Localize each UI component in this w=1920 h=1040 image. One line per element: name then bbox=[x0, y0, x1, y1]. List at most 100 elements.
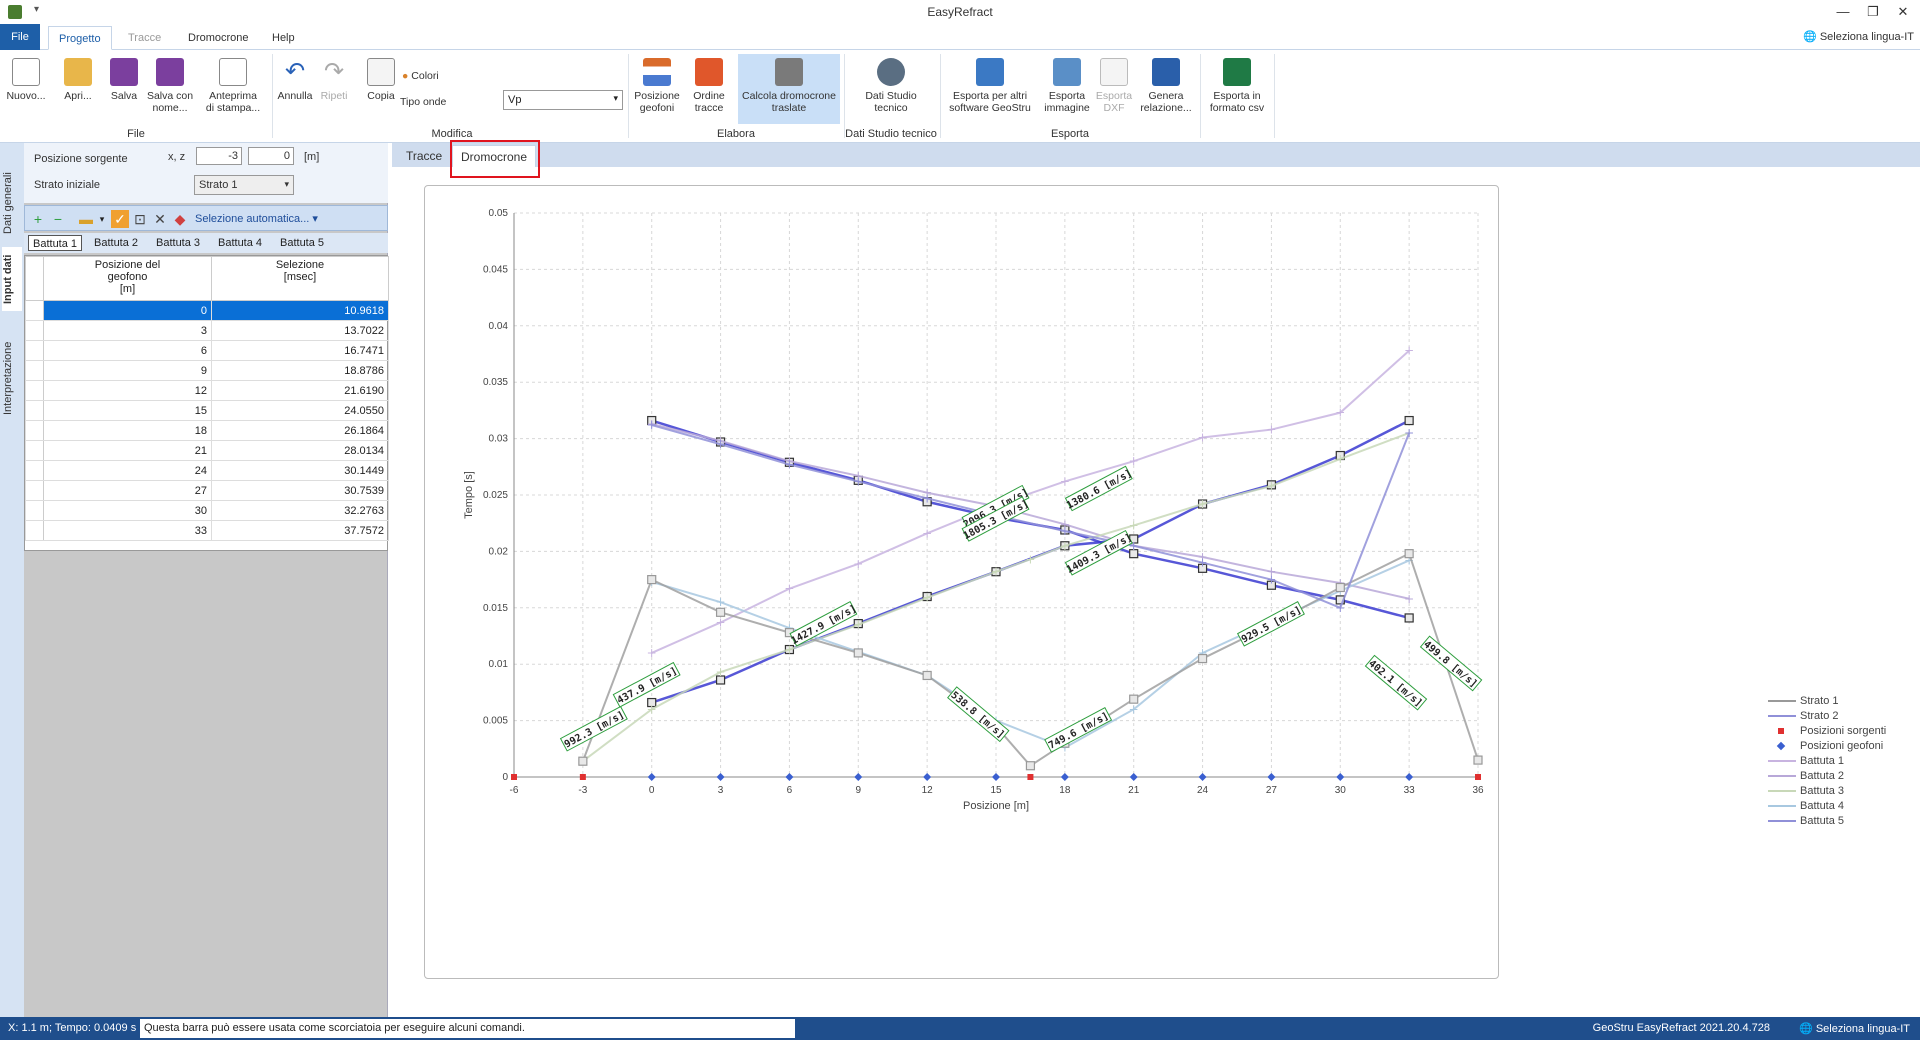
data-point[interactable]: + bbox=[716, 665, 726, 679]
cell-posizione[interactable]: 3 bbox=[43, 320, 212, 341]
colori-button[interactable]: ● Colori bbox=[402, 70, 462, 82]
esporta-csv-button[interactable]: Esporta in formato csv bbox=[1204, 58, 1270, 114]
cell-selezione[interactable]: 21.6190 bbox=[211, 380, 389, 401]
geophone-marker[interactable] bbox=[992, 773, 1000, 781]
tab-progetto[interactable]: Progetto bbox=[48, 26, 112, 50]
tab-battuta-4[interactable]: Battuta 4 bbox=[214, 235, 266, 251]
data-point[interactable]: + bbox=[716, 595, 726, 609]
data-point[interactable] bbox=[922, 670, 932, 681]
source-x-input[interactable]: -3 bbox=[196, 147, 242, 165]
data-point[interactable] bbox=[1404, 613, 1414, 623]
travel-time-chart[interactable]: -6 -3 0 3 6 9 12 15 18 21 24 27 30 33 3600.0050.010.01… bbox=[392, 167, 1920, 1020]
restore-button[interactable]: ❐ bbox=[1858, 2, 1888, 22]
table-row[interactable]: 12 21.6190 bbox=[25, 380, 389, 401]
tipo-onde-select[interactable]: Vp ▾ bbox=[503, 90, 623, 110]
table-row[interactable]: 0 10.9618 bbox=[25, 300, 389, 321]
data-point[interactable]: + bbox=[647, 418, 657, 432]
language-selector[interactable]: 🌐 Seleziona lingua-IT bbox=[1803, 30, 1914, 43]
data-point[interactable]: + bbox=[1060, 524, 1070, 538]
salva-con-nome-button[interactable]: Salva con nome... bbox=[144, 58, 196, 114]
legend-item[interactable]: Battuta 4 bbox=[1768, 798, 1886, 813]
row-header[interactable] bbox=[25, 420, 44, 441]
legend-item[interactable]: Battuta 1 bbox=[1768, 753, 1886, 768]
source-marker[interactable] bbox=[1027, 774, 1034, 780]
esporta-altri-button[interactable]: Esporta per altri software GeoStru bbox=[944, 58, 1036, 114]
tab-interpretazione[interactable]: Interpretazione bbox=[2, 323, 22, 433]
salva-button[interactable]: Salva bbox=[106, 58, 142, 102]
row-header[interactable] bbox=[25, 460, 44, 481]
data-point[interactable] bbox=[1404, 415, 1414, 426]
legend-item[interactable]: Posizioni geofoni bbox=[1768, 738, 1886, 753]
table-row[interactable]: 33 37.7572 bbox=[25, 520, 389, 541]
add-icon[interactable]: + bbox=[29, 210, 47, 228]
copia-button[interactable]: Copia bbox=[364, 58, 398, 102]
data-point[interactable]: + bbox=[1129, 702, 1139, 716]
column-header-selezione[interactable]: Selezione [msec] bbox=[211, 256, 389, 301]
cell-selezione[interactable]: 37.7572 bbox=[211, 520, 389, 541]
geophone-marker[interactable] bbox=[1405, 773, 1414, 781]
esporta-dxf-button[interactable]: Esporta DXF bbox=[1094, 58, 1134, 114]
row-header[interactable] bbox=[25, 360, 44, 381]
check-icon[interactable]: ✓ bbox=[111, 210, 129, 228]
table-row[interactable]: 21 28.0134 bbox=[25, 440, 389, 461]
tab-battuta-5[interactable]: Battuta 5 bbox=[276, 235, 328, 251]
legend-item[interactable]: Battuta 5 bbox=[1768, 813, 1886, 828]
row-header[interactable] bbox=[25, 520, 44, 541]
geophone-marker[interactable] bbox=[785, 773, 794, 781]
data-point[interactable]: + bbox=[922, 491, 932, 505]
menu-file[interactable]: File bbox=[0, 24, 40, 50]
cell-selezione[interactable]: 28.0134 bbox=[211, 440, 389, 461]
tab-battuta-3[interactable]: Battuta 3 bbox=[152, 235, 204, 251]
cell-posizione[interactable]: 15 bbox=[43, 400, 212, 421]
row-header[interactable] bbox=[25, 440, 44, 461]
data-point[interactable]: + bbox=[922, 591, 932, 605]
data-point[interactable]: + bbox=[922, 526, 932, 540]
data-point[interactable]: + bbox=[1060, 539, 1070, 553]
genera-relazione-button[interactable]: Genera relazione... bbox=[1136, 58, 1196, 114]
geophone-marker[interactable] bbox=[1198, 773, 1207, 781]
legend-item[interactable]: Strato 1 bbox=[1768, 693, 1886, 708]
remove-icon[interactable]: − bbox=[49, 210, 67, 228]
cell-selezione[interactable]: 32.2763 bbox=[211, 500, 389, 521]
data-point[interactable] bbox=[1335, 582, 1345, 593]
data-point[interactable] bbox=[853, 648, 863, 658]
cell-posizione[interactable]: 30 bbox=[43, 500, 212, 521]
delete-icon[interactable]: ✕ bbox=[151, 210, 169, 228]
table-row[interactable]: 9 18.8786 bbox=[25, 360, 389, 381]
cell-posizione[interactable]: 0 bbox=[43, 300, 212, 321]
geophone-marker[interactable] bbox=[923, 773, 932, 781]
cell-selezione[interactable]: 18.8786 bbox=[211, 360, 389, 381]
geophone-marker[interactable] bbox=[1060, 773, 1069, 781]
data-point[interactable]: + bbox=[853, 474, 863, 488]
posizione-geofoni-button[interactable]: Posizione geofoni bbox=[632, 58, 682, 114]
cell-posizione[interactable]: 6 bbox=[43, 340, 212, 361]
geophone-marker[interactable] bbox=[1129, 773, 1138, 781]
legend-item[interactable]: Battuta 3 bbox=[1768, 783, 1886, 798]
strato-iniziale-select[interactable]: Strato 1 ▾ bbox=[194, 175, 294, 195]
cell-selezione[interactable]: 10.9618 bbox=[211, 300, 389, 321]
data-point[interactable]: + bbox=[716, 437, 726, 451]
table-row[interactable]: 24 30.1449 bbox=[25, 460, 389, 481]
tab-help[interactable]: Help bbox=[262, 26, 305, 50]
chevron-down-icon[interactable]: ▾ bbox=[93, 210, 111, 228]
geophone-marker[interactable] bbox=[716, 773, 725, 781]
status-language-selector[interactable]: 🌐 Seleziona lingua-IT bbox=[1799, 1022, 1910, 1035]
data-point[interactable]: + bbox=[647, 646, 657, 660]
annulla-button[interactable]: ↶ Annulla bbox=[276, 58, 314, 102]
tab-tracce[interactable]: Tracce bbox=[118, 26, 171, 50]
table-row[interactable]: 15 24.0550 bbox=[25, 400, 389, 421]
data-point[interactable]: + bbox=[853, 557, 863, 571]
close-button[interactable]: ✕ bbox=[1888, 2, 1918, 22]
data-point[interactable] bbox=[647, 575, 657, 585]
cell-selezione[interactable]: 24.0550 bbox=[211, 400, 389, 421]
cell-posizione[interactable]: 27 bbox=[43, 480, 212, 501]
data-point[interactable]: + bbox=[716, 615, 726, 629]
row-header[interactable] bbox=[25, 300, 44, 321]
data-point[interactable]: + bbox=[647, 702, 657, 716]
data-point[interactable]: + bbox=[1266, 479, 1276, 493]
data-point[interactable]: + bbox=[1129, 454, 1139, 468]
data-point[interactable]: + bbox=[1198, 430, 1208, 444]
data-point[interactable]: + bbox=[991, 565, 1001, 579]
source-marker[interactable] bbox=[1475, 774, 1481, 780]
tab-battuta-2[interactable]: Battuta 2 bbox=[90, 235, 142, 251]
